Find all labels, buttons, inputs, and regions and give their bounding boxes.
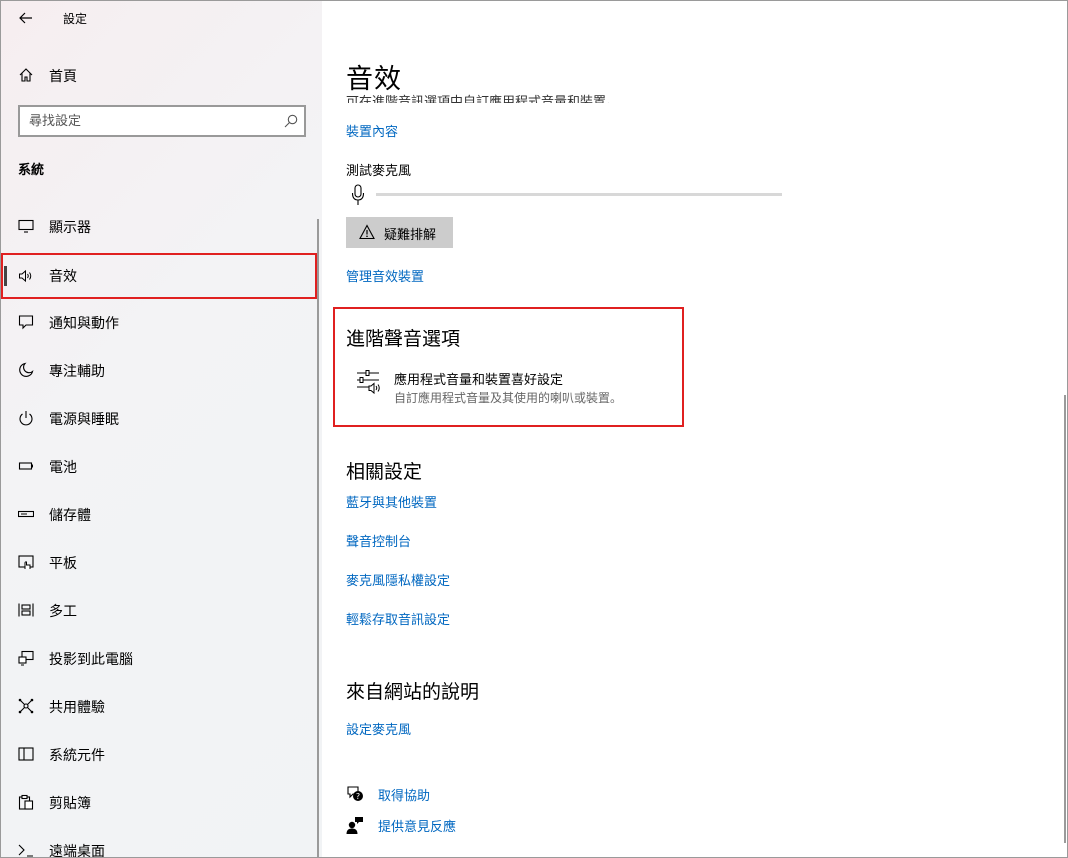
test-mic-label: 測試麥克風 (346, 164, 412, 179)
main-scrollbar[interactable] (1064, 395, 1066, 843)
sidebar-item-label: 剪貼簿 (49, 796, 91, 812)
related-link-bluetooth[interactable]: 藍牙與其他裝置 (346, 492, 437, 511)
sidebar-item-notifications[interactable]: 通知與動作 (1, 299, 317, 345)
sidebar-item-storage[interactable]: 儲存體 (1, 491, 317, 537)
microphone-icon (351, 184, 365, 205)
search-input[interactable] (20, 107, 270, 135)
warning-icon (359, 224, 375, 240)
back-arrow-icon (19, 12, 32, 24)
troubleshoot-label: 疑難排解 (384, 228, 437, 243)
sidebar-item-tablet[interactable]: 平板 (1, 539, 317, 585)
sidebar-item-clipboard[interactable]: 剪貼簿 (1, 779, 317, 825)
storage-icon (18, 510, 34, 518)
battery-icon (18, 462, 33, 470)
sidebar-item-system-components[interactable]: 系統元件 (1, 731, 317, 777)
sidebar: 設定 首頁 系統 顯示器 (1, 1, 322, 858)
device-properties-link[interactable]: 裝置內容 (346, 121, 398, 140)
sidebar-item-label: 通知與動作 (49, 316, 119, 332)
remote-desktop-icon (18, 844, 33, 857)
sidebar-item-label: 電源與睡眠 (49, 412, 119, 428)
tablet-icon (18, 555, 34, 569)
sidebar-item-home[interactable]: 首頁 (1, 59, 321, 91)
sidebar-item-label: 共用體驗 (49, 700, 105, 716)
sidebar-item-focus-assist[interactable]: 專注輔助 (1, 347, 317, 393)
svg-text:?: ? (356, 792, 360, 801)
sidebar-item-display[interactable]: 顯示器 (1, 203, 317, 249)
page-title: 音效 (346, 64, 402, 95)
notification-icon (18, 315, 34, 330)
sidebar-item-label: 多工 (49, 604, 77, 620)
sidebar-item-label: 投影到此電腦 (49, 652, 133, 668)
related-link-ease-of-access-audio[interactable]: 輕鬆存取音訊設定 (346, 609, 450, 628)
sidebar-item-sound[interactable]: 音效 (1, 253, 317, 299)
multitasking-icon (18, 603, 34, 617)
web-help-link-setup-mic[interactable]: 設定麥克風 (346, 719, 411, 738)
search-box[interactable] (18, 105, 306, 137)
back-button[interactable] (13, 5, 39, 31)
mixer-sliders-icon (357, 370, 380, 395)
section-label: 系統 (18, 163, 45, 178)
speaker-icon (19, 269, 32, 283)
monitor-icon (18, 219, 34, 233)
sidebar-item-label: 音效 (49, 269, 77, 285)
sidebar-item-shared-experiences[interactable]: 共用體驗 (1, 683, 317, 729)
advanced-options-heading: 進階聲音選項 (346, 328, 461, 350)
app-volume-title: 應用程式音量和裝置喜好設定 (394, 373, 564, 388)
home-icon (19, 68, 33, 82)
sidebar-item-remote-desktop[interactable]: 遠端桌面 (1, 827, 317, 858)
app-volume-description: 自訂應用程式音量及其使用的喇叭或裝置。 (394, 391, 623, 405)
app-title: 設定 (63, 12, 88, 26)
manage-sound-devices-link[interactable]: 管理音效裝置 (346, 266, 424, 285)
mic-level-bar (376, 193, 782, 196)
sidebar-item-label: 專注輔助 (49, 364, 105, 380)
projecting-icon (18, 650, 34, 666)
settings-window: 設定 首頁 系統 顯示器 (0, 0, 1068, 858)
sidebar-item-multitasking[interactable]: 多工 (1, 587, 317, 633)
sidebar-item-label: 電池 (49, 460, 77, 476)
sidebar-item-power[interactable]: 電源與睡眠 (1, 395, 317, 441)
related-settings-heading: 相關設定 (346, 461, 423, 483)
sidebar-scrollbar[interactable] (317, 219, 319, 857)
main-content: 可在進階音訊選項中自訂應用程式音量和裝置。 音效 裝置內容 測試麥克風 疑難排解… (322, 1, 1067, 857)
feedback-icon (346, 817, 363, 834)
related-link-mic-privacy[interactable]: 麥克風隱私權設定 (346, 570, 450, 589)
moon-icon (19, 362, 34, 377)
power-icon (19, 411, 33, 426)
title-backdrop (322, 33, 1042, 91)
sidebar-item-label: 儲存體 (49, 508, 91, 524)
system-components-icon (18, 747, 34, 761)
sidebar-item-label: 遠端桌面 (49, 844, 105, 858)
search-icon (284, 114, 298, 128)
help-chat-icon: ? (347, 786, 363, 801)
sidebar-item-label: 系統元件 (49, 748, 105, 764)
sidebar-item-projecting[interactable]: 投影到此電腦 (1, 635, 317, 681)
web-help-heading: 來自網站的說明 (346, 681, 480, 703)
sidebar-item-label: 顯示器 (49, 220, 91, 236)
shared-experiences-icon (18, 698, 34, 714)
sidebar-item-label: 首頁 (49, 69, 77, 85)
sidebar-item-battery[interactable]: 電池 (1, 443, 317, 489)
clipboard-icon (18, 794, 34, 810)
sidebar-item-label: 平板 (49, 556, 77, 572)
app-volume-preferences-item[interactable]: 應用程式音量和裝置喜好設定 自訂應用程式音量及其使用的喇叭或裝置。 (346, 363, 666, 411)
troubleshoot-button[interactable]: 疑難排解 (346, 217, 453, 248)
related-link-sound-control-panel[interactable]: 聲音控制台 (346, 531, 411, 550)
